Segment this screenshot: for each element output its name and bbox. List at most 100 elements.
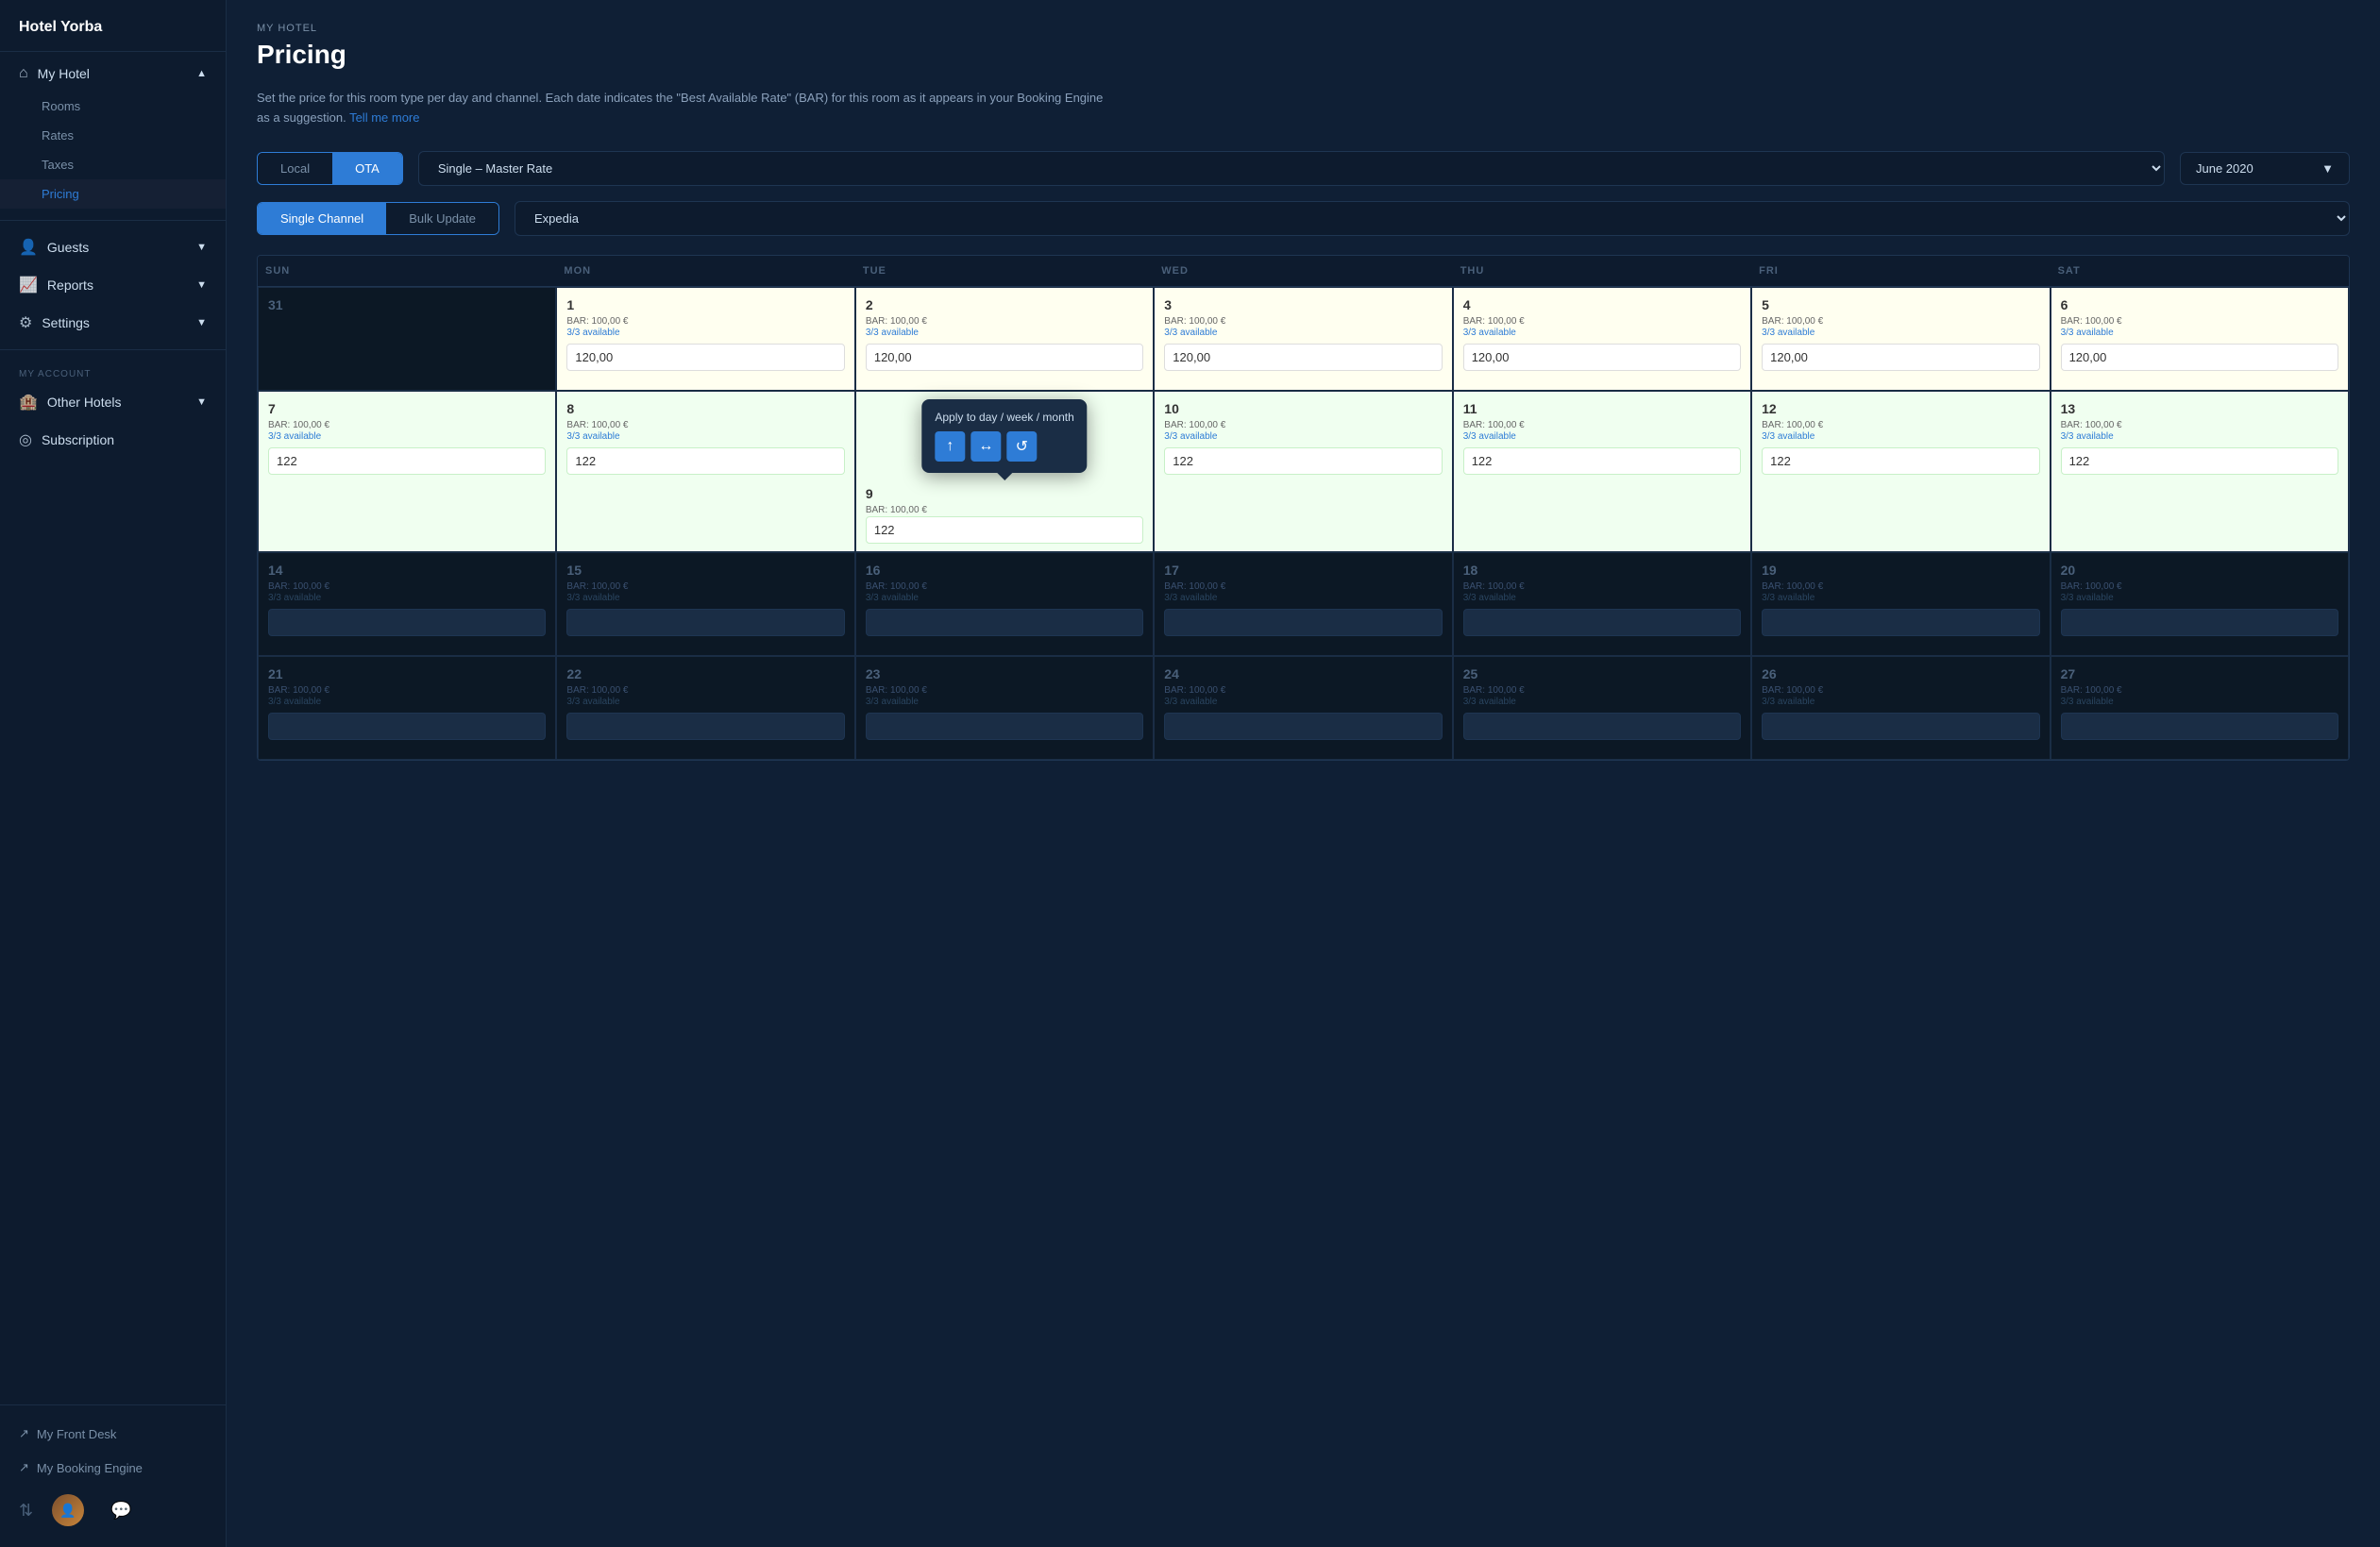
- sidebar-item-settings[interactable]: ⚙ Settings ▼: [0, 304, 226, 342]
- cal-cell-13: 13 BAR: 100,00 € 3/3 available: [2051, 391, 2349, 552]
- cal-day-num: 13: [2061, 401, 2338, 416]
- apply-month-btn[interactable]: ↺: [1006, 431, 1037, 462]
- cal-price-input[interactable]: [268, 447, 546, 475]
- sidebar-item-my-hotel[interactable]: ⌂ My Hotel ▲: [0, 56, 226, 92]
- cal-price-input[interactable]: [566, 713, 844, 740]
- cal-avail: 3/3 available: [2061, 328, 2338, 338]
- cal-avail: 3/3 available: [1164, 328, 1442, 338]
- cal-day-num: 16: [866, 563, 1143, 578]
- cal-cell-2: 2 BAR: 100,00 € 3/3 available: [855, 287, 1154, 391]
- cal-price-input[interactable]: [1463, 344, 1741, 371]
- sidebar-item-reports[interactable]: 📈 Reports ▼: [0, 266, 226, 304]
- cal-bar: BAR: 100,00 €: [1762, 685, 2039, 696]
- cal-price-input[interactable]: [866, 344, 1143, 371]
- sidebar-item-taxes[interactable]: Taxes: [0, 150, 226, 179]
- cal-bar: BAR: 100,00 €: [866, 685, 1143, 696]
- sidebar-item-guests[interactable]: 👤 Guests ▼: [0, 228, 226, 266]
- cal-price-input[interactable]: [866, 713, 1143, 740]
- cal-price-input[interactable]: [1762, 344, 2039, 371]
- cal-avail: 3/3 available: [1463, 697, 1741, 707]
- page-description: Set the price for this room type per day…: [257, 89, 1106, 128]
- apply-day-btn[interactable]: ↑: [935, 431, 965, 462]
- cal-price-input[interactable]: [1762, 609, 2039, 636]
- tab-local[interactable]: Local: [258, 153, 332, 184]
- cal-bar: BAR: 100,00 €: [1762, 420, 2039, 430]
- cal-price-input[interactable]: [2061, 344, 2338, 371]
- cal-price-input[interactable]: [1164, 609, 1442, 636]
- settings-icon: ⚙: [19, 313, 32, 332]
- cal-price-input[interactable]: [1463, 713, 1741, 740]
- cal-avail: 3/3 available: [1164, 431, 1442, 442]
- local-ota-tabs: Local OTA: [257, 152, 403, 185]
- apply-week-btn[interactable]: ↔: [971, 431, 1001, 462]
- cal-price-input[interactable]: [268, 713, 546, 740]
- apply-tooltip: Apply to day / week / month ↑ ↔ ↺: [921, 399, 1087, 473]
- cal-bar: BAR: 100,00 €: [1463, 316, 1741, 327]
- cal-cell-20: 20 BAR: 100,00 € 3/3 available: [2051, 552, 2349, 656]
- month-select[interactable]: June 2020 ▼: [2180, 152, 2350, 185]
- tab-ota[interactable]: OTA: [332, 153, 402, 184]
- cal-cell-5: 5 BAR: 100,00 € 3/3 available: [1751, 287, 2050, 391]
- cal-price-input[interactable]: [2061, 609, 2338, 636]
- cal-avail: 3/3 available: [1762, 431, 2039, 442]
- cal-bar: BAR: 100,00 €: [1463, 685, 1741, 696]
- sidebar-item-pricing[interactable]: Pricing: [0, 179, 226, 209]
- cal-price-input[interactable]: [566, 447, 844, 475]
- tooltip-title: Apply to day / week / month: [935, 411, 1073, 424]
- cal-price-input[interactable]: [566, 609, 844, 636]
- rate-type-select[interactable]: Single – Master Rate: [418, 151, 2165, 186]
- cal-price-input[interactable]: [2061, 447, 2338, 475]
- cal-day-num: 22: [566, 666, 844, 681]
- subscription-icon: ◎: [19, 430, 32, 449]
- cal-price-input[interactable]: [1762, 447, 2039, 475]
- sidebar-item-subscription[interactable]: ◎ Subscription: [0, 421, 226, 459]
- chat-icon[interactable]: 💬: [110, 1501, 131, 1521]
- front-desk-link[interactable]: ↗ My Front Desk: [0, 1417, 226, 1451]
- cal-bar: BAR: 100,00 €: [566, 316, 844, 327]
- cal-price-input[interactable]: [866, 516, 1143, 544]
- sidebar: Hotel Yorba ⌂ My Hotel ▲ Rooms Rates Tax…: [0, 0, 227, 1547]
- cal-day-num: 6: [2061, 297, 2338, 312]
- guests-icon: 👤: [19, 238, 38, 257]
- cal-cell-4: 4 BAR: 100,00 € 3/3 available: [1453, 287, 1751, 391]
- cal-cell-7: 7 BAR: 100,00 € 3/3 available: [258, 391, 556, 552]
- cal-avail: 3/3 available: [1463, 328, 1741, 338]
- cal-price-input[interactable]: [866, 609, 1143, 636]
- cal-avail: 3/3 available: [2061, 697, 2338, 707]
- cal-price-input[interactable]: [2061, 713, 2338, 740]
- cal-bar: BAR: 100,00 €: [1463, 581, 1741, 592]
- breadcrumb: MY HOTEL: [257, 23, 2350, 34]
- cal-cell-22: 22 BAR: 100,00 € 3/3 available: [556, 656, 854, 760]
- tab-single-channel[interactable]: Single Channel: [258, 203, 386, 234]
- external-link-icon: ↗: [19, 1426, 29, 1441]
- tab-bulk-update[interactable]: Bulk Update: [386, 203, 498, 234]
- cal-price-input[interactable]: [1164, 344, 1442, 371]
- avatar[interactable]: 👤: [52, 1494, 84, 1526]
- sidebar-item-other-hotels[interactable]: 🏨 Other Hotels ▼: [0, 383, 226, 421]
- channel-select[interactable]: Expedia: [515, 201, 2350, 236]
- cal-avail: 3/3 available: [1762, 328, 2039, 338]
- cal-avail: 3/3 available: [268, 593, 546, 603]
- sidebar-item-rooms[interactable]: Rooms: [0, 92, 226, 121]
- cal-bar: BAR: 100,00 €: [866, 505, 1143, 515]
- sidebar-bottom: ↗ My Front Desk ↗ My Booking Engine ⇅ 👤 …: [0, 1404, 226, 1547]
- home-icon: ⌂: [19, 65, 28, 82]
- sort-icon[interactable]: ⇅: [19, 1501, 33, 1521]
- cal-price-input[interactable]: [1463, 609, 1741, 636]
- cal-price-input[interactable]: [1463, 447, 1741, 475]
- booking-engine-link[interactable]: ↗ My Booking Engine: [0, 1451, 226, 1485]
- cal-price-input[interactable]: [1164, 713, 1442, 740]
- chevron-down-icon: ▼: [196, 396, 207, 408]
- cal-price-input[interactable]: [268, 609, 546, 636]
- external-link-icon: ↗: [19, 1460, 29, 1475]
- cal-cell-8: 8 BAR: 100,00 € 3/3 available: [556, 391, 854, 552]
- cal-avail: 3/3 available: [866, 593, 1143, 603]
- channel-mode-tabs: Single Channel Bulk Update: [257, 202, 499, 235]
- tell-me-more-link[interactable]: Tell me more: [349, 110, 419, 125]
- cal-day-num: 3: [1164, 297, 1442, 312]
- cal-price-input[interactable]: [566, 344, 844, 371]
- sidebar-item-rates[interactable]: Rates: [0, 121, 226, 150]
- cal-day-num: 2: [866, 297, 1143, 312]
- cal-price-input[interactable]: [1762, 713, 2039, 740]
- cal-price-input[interactable]: [1164, 447, 1442, 475]
